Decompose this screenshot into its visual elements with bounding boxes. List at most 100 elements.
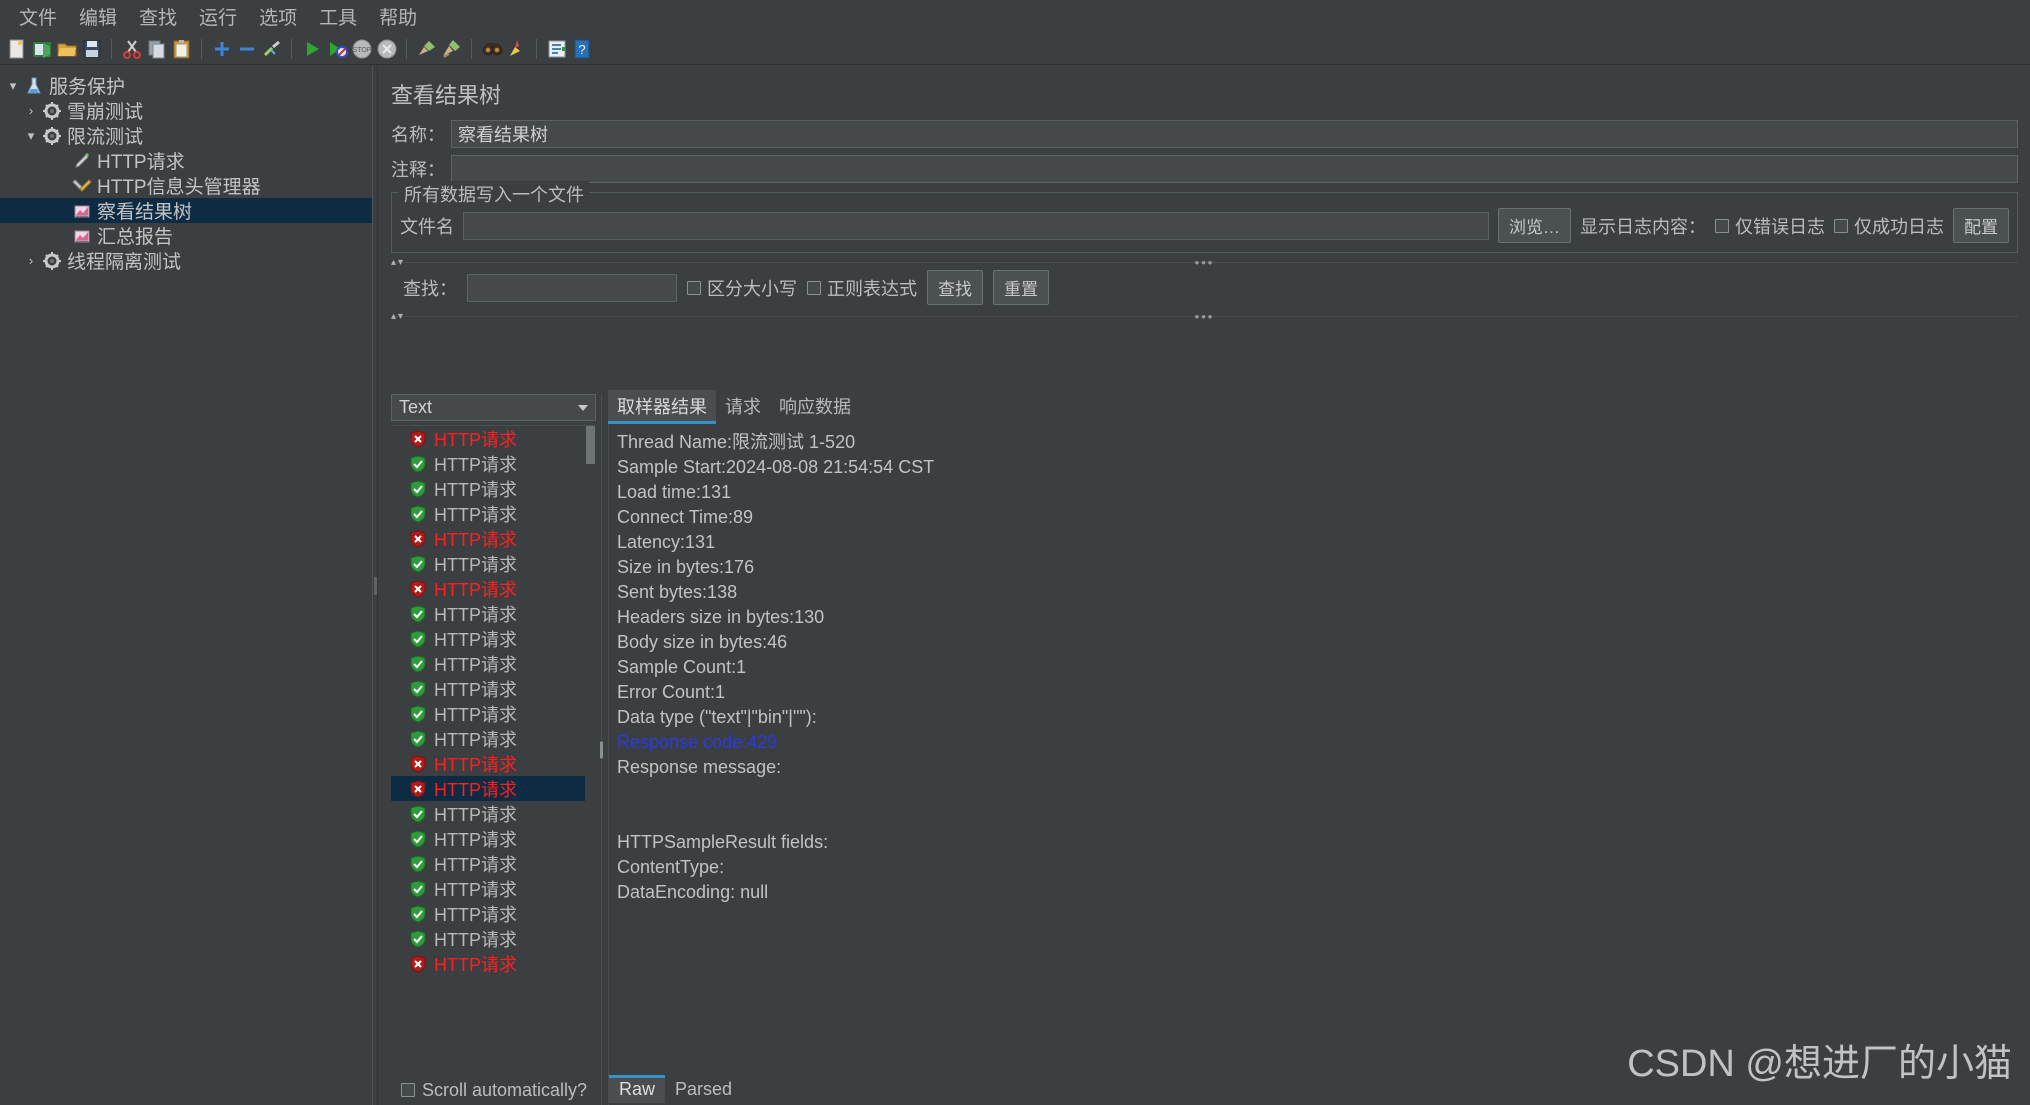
horizontal-splitter-top[interactable]: ▴▾ •••: [391, 256, 2018, 269]
cut-icon[interactable]: [120, 37, 143, 60]
result-list-item[interactable]: HTTP请求: [391, 901, 596, 926]
shutdown-icon[interactable]: [375, 37, 398, 60]
save-icon[interactable]: [80, 37, 103, 60]
sampler-result-line: Sample Count:1: [617, 657, 747, 677]
result-list-item[interactable]: HTTP请求: [391, 676, 596, 701]
tree-node-3[interactable]: HTTP请求: [0, 148, 372, 173]
renderer-dropdown[interactable]: Text: [391, 394, 596, 421]
horizontal-splitter-bottom[interactable]: ▴▾ •••: [391, 310, 2018, 323]
tree-node-5[interactable]: 察看结果树: [0, 198, 372, 223]
new-icon[interactable]: [5, 37, 28, 60]
result-list-item[interactable]: HTTP请求: [391, 801, 596, 826]
regex-checkbox[interactable]: 正则表达式: [807, 275, 917, 301]
find-button[interactable]: 查找: [927, 270, 983, 305]
tree-node-1[interactable]: › 雪崩测试: [0, 98, 372, 123]
start-icon[interactable]: [300, 37, 323, 60]
menu-item-3[interactable]: 运行: [188, 1, 248, 32]
comment-input[interactable]: [451, 155, 2018, 183]
tree-node-4[interactable]: HTTP信息头管理器: [0, 173, 372, 198]
sampler-result-text[interactable]: Thread Name:限流测试 1-520 Sample Start:2024-…: [608, 424, 2030, 1075]
result-list-item[interactable]: HTTP请求: [391, 876, 596, 901]
toggle-icon[interactable]: [260, 37, 283, 60]
clear-all-icon[interactable]: [440, 37, 463, 60]
test-plan-tree[interactable]: ▾ 服务保护 › 雪崩测试 ▾ 限流测试 HTTP请求 HTTP信息头管理器 察看结果树汇总报告…: [0, 66, 372, 1105]
tree-node-6[interactable]: 汇总报告: [0, 223, 372, 248]
menu-item-0[interactable]: 文件: [8, 1, 68, 32]
regex-checkbox-box[interactable]: [807, 280, 821, 295]
chevron-right-icon[interactable]: ›: [20, 254, 42, 267]
detail-tab-1[interactable]: 请求: [716, 390, 770, 424]
success-shield-icon: [409, 829, 427, 848]
result-list-item[interactable]: HTTP请求: [391, 726, 596, 751]
result-list-item[interactable]: HTTP请求: [391, 851, 596, 876]
menu-item-5[interactable]: 工具: [308, 1, 368, 32]
result-list-item[interactable]: HTTP请求: [391, 926, 596, 951]
search-icon[interactable]: [480, 37, 503, 60]
collapse-all-icon[interactable]: [235, 37, 258, 60]
clear-icon[interactable]: [415, 37, 438, 60]
templates-icon[interactable]: [30, 37, 53, 60]
function-helper-icon[interactable]: [545, 37, 568, 60]
filename-input[interactable]: [463, 211, 1489, 240]
result-list-item[interactable]: HTTP请求: [391, 426, 596, 451]
start-no-timers-icon[interactable]: [325, 37, 348, 60]
search-reset-icon[interactable]: [505, 37, 528, 60]
result-list-item[interactable]: HTTP请求: [391, 626, 596, 651]
case-sensitive-checkbox[interactable]: 区分大小写: [687, 275, 797, 301]
splitter-arrows-icon[interactable]: ▴▾: [391, 257, 405, 268]
error-only-checkbox-box[interactable]: [1715, 218, 1729, 233]
success-only-checkbox-box[interactable]: [1834, 218, 1848, 233]
scrollbar-thumb[interactable]: [586, 426, 595, 464]
result-list-item[interactable]: HTTP请求: [391, 501, 596, 526]
error-only-checkbox[interactable]: 仅错误日志: [1715, 213, 1825, 239]
result-list-item[interactable]: HTTP请求: [391, 576, 596, 601]
menu-item-4[interactable]: 选项: [248, 1, 308, 32]
expand-all-icon[interactable]: [210, 37, 233, 60]
configure-button[interactable]: 配置: [1953, 208, 2009, 243]
result-list-item[interactable]: HTTP请求: [391, 651, 596, 676]
menu-item-6[interactable]: 帮助: [368, 1, 428, 32]
sampler-result-line: Data type ("text"|"bin"|""):: [617, 707, 817, 727]
result-list-item[interactable]: HTTP请求: [391, 476, 596, 501]
result-list-item[interactable]: HTTP请求: [391, 451, 596, 476]
help-icon[interactable]: ?: [570, 37, 593, 60]
detail-tab-0[interactable]: 取样器结果: [608, 390, 716, 424]
search-input[interactable]: [467, 273, 677, 302]
chevron-right-icon[interactable]: ›: [20, 104, 42, 117]
name-input[interactable]: 察看结果树: [451, 120, 2018, 148]
result-list-scrollbar[interactable]: [585, 426, 596, 1075]
case-sensitive-checkbox-box[interactable]: [687, 280, 701, 295]
tree-node-2[interactable]: ▾ 限流测试: [0, 123, 372, 148]
scroll-automatically-checkbox-box[interactable]: [401, 1083, 415, 1097]
result-list-item[interactable]: HTTP请求: [391, 701, 596, 726]
stop-icon[interactable]: STOP: [350, 37, 373, 60]
result-list-item[interactable]: HTTP请求: [391, 551, 596, 576]
tree-node-7[interactable]: › 线程隔离测试: [0, 248, 372, 273]
chevron-down-icon[interactable]: ▾: [20, 129, 42, 142]
detail-tab-2[interactable]: 响应数据: [770, 390, 860, 424]
bottom-tab-parsed[interactable]: Parsed: [665, 1075, 742, 1103]
paste-icon[interactable]: [170, 37, 193, 60]
copy-icon[interactable]: [145, 37, 168, 60]
bottom-tab-raw[interactable]: Raw: [609, 1075, 666, 1103]
tree-node-label: 汇总报告: [97, 227, 174, 248]
result-list-item[interactable]: HTTP请求: [391, 826, 596, 851]
sample-result-list[interactable]: HTTP请求 HTTP请求 HTTP请求 HTTP请求 HTTP请求 HTTP请求 HTTP…: [391, 425, 596, 1075]
browse-button[interactable]: 浏览…: [1498, 208, 1571, 243]
menu-item-2[interactable]: 查找: [128, 1, 188, 32]
success-only-checkbox[interactable]: 仅成功日志: [1834, 213, 1944, 239]
result-list-item[interactable]: HTTP请求: [391, 776, 596, 801]
splitter-arrows-icon-2[interactable]: ▴▾: [391, 311, 405, 322]
result-list-item[interactable]: HTTP请求: [391, 601, 596, 626]
tree-node-0[interactable]: ▾ 服务保护: [0, 73, 372, 98]
result-list-item[interactable]: HTTP请求: [391, 751, 596, 776]
reset-button[interactable]: 重置: [993, 270, 1049, 305]
scroll-automatically-checkbox[interactable]: Scroll automatically?: [391, 1075, 596, 1105]
menu-item-1[interactable]: 编辑: [68, 1, 128, 32]
result-list-item[interactable]: HTTP请求: [391, 526, 596, 551]
chevron-down-icon[interactable]: ▾: [2, 79, 24, 92]
open-icon[interactable]: [55, 37, 78, 60]
result-list-item[interactable]: HTTP请求: [391, 951, 596, 976]
results-splitter-grip[interactable]: [600, 741, 603, 758]
results-splitter[interactable]: [596, 394, 608, 1105]
